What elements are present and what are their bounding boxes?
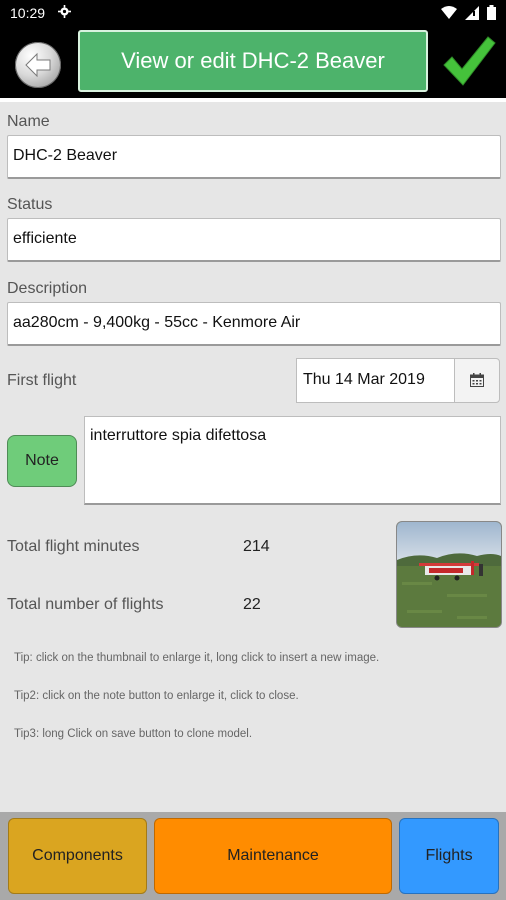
description-field[interactable]: aa280cm - 9,400kg - 55cc - Kenmore Air <box>7 302 501 346</box>
total-minutes-value: 214 <box>243 538 270 555</box>
bottom-action-bar: Components Maintenance Flights <box>0 812 506 900</box>
status-bar: 10:29 <box>0 0 506 27</box>
first-flight-date[interactable]: Thu 14 Mar 2019 <box>296 358 454 403</box>
total-flights-label: Total number of flights <box>7 596 164 613</box>
back-arrow-icon <box>25 52 51 78</box>
note-button[interactable]: Note <box>7 435 77 487</box>
model-thumbnail[interactable] <box>396 521 502 628</box>
components-button[interactable]: Components <box>8 818 147 894</box>
signal-icon <box>465 5 479 20</box>
flights-button[interactable]: Flights <box>399 818 499 894</box>
description-label: Description <box>7 280 88 297</box>
tip-text-1: Tip: click on the thumbnail to enlarge i… <box>14 652 380 664</box>
status-label: Status <box>7 196 53 213</box>
calendar-icon <box>470 373 484 387</box>
maintenance-button[interactable]: Maintenance <box>154 818 392 894</box>
page-title: View or edit DHC-2 Beaver <box>78 30 428 92</box>
settings-gear-icon <box>58 5 71 18</box>
back-button[interactable] <box>15 42 61 88</box>
battery-icon <box>487 5 496 20</box>
note-textarea[interactable]: interruttore spia difettosa <box>84 416 501 505</box>
app-header: View or edit DHC-2 Beaver <box>0 27 506 98</box>
status-field[interactable]: efficiente <box>7 218 501 262</box>
date-picker-button[interactable] <box>454 358 500 403</box>
tip-text-3: Tip3: long Click on save button to clone… <box>14 728 253 740</box>
header-divider <box>0 98 506 102</box>
total-flights-value: 22 <box>243 596 261 613</box>
tip-text-2: Tip2: click on the note button to enlarg… <box>14 690 299 702</box>
airplane-photo-image <box>397 522 501 627</box>
wifi-icon <box>441 5 457 19</box>
save-check-icon[interactable] <box>442 35 496 87</box>
status-time: 10:29 <box>10 5 46 21</box>
total-minutes-label: Total flight minutes <box>7 538 140 555</box>
name-field[interactable]: DHC-2 Beaver <box>7 135 501 179</box>
name-label: Name <box>7 113 50 130</box>
first-flight-label: First flight <box>7 372 77 389</box>
